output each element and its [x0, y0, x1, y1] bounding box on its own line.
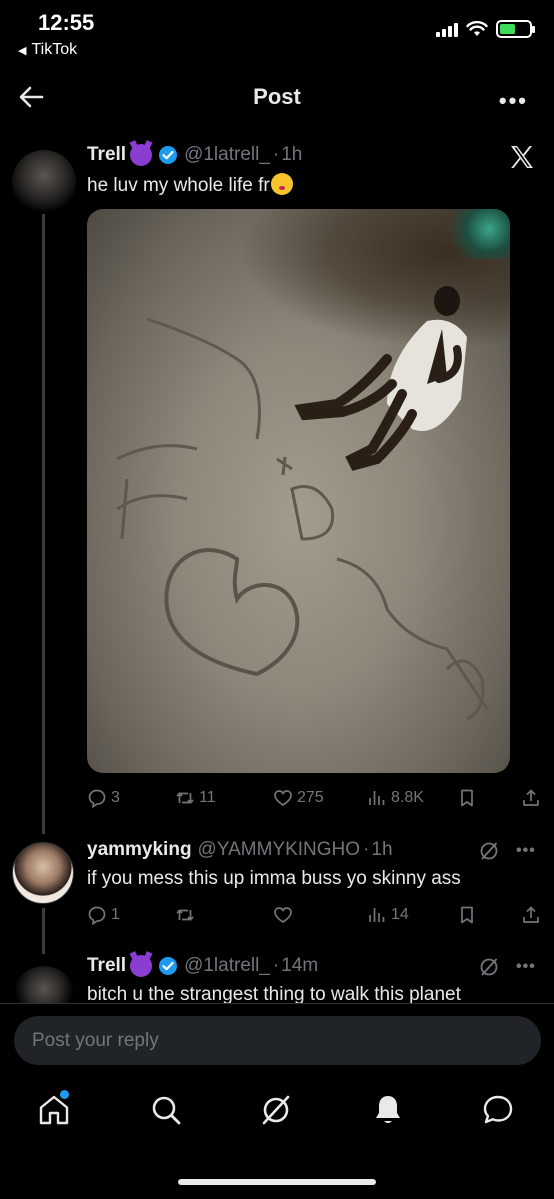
grok-icon: [262, 1095, 290, 1125]
kissing-face-emoji-icon: [270, 173, 293, 195]
post-image[interactable]: [87, 209, 510, 773]
reply-1-actions: 1 14: [87, 902, 542, 928]
reply-2-text: bitch u the strangest thing to walk this…: [87, 984, 461, 1003]
devil-emoji-icon: [130, 144, 153, 166]
author-handle[interactable]: @1latrell_: [184, 955, 270, 977]
main-tweet-actions: 3 11 275 8.8K: [87, 785, 542, 811]
reply-count: 1: [111, 906, 120, 923]
repost-button[interactable]: [175, 905, 195, 925]
reply-input[interactable]: [14, 1016, 541, 1065]
repost-count: 11: [199, 789, 216, 806]
back-app-label: TikTok: [31, 41, 78, 58]
tab-grok[interactable]: [258, 1092, 294, 1128]
reply-icon: [88, 789, 106, 808]
reply-count: 3: [111, 789, 120, 806]
tab-messages[interactable]: [480, 1092, 516, 1128]
views-icon: [369, 791, 385, 805]
page-title: Post: [253, 84, 301, 109]
view-count: 8.8K: [391, 789, 424, 806]
bookmark-icon: [461, 906, 473, 924]
wifi-icon: [466, 21, 488, 36]
tweet-time: 1h: [281, 144, 303, 165]
views-icon: [369, 908, 385, 922]
repost-icon: [176, 792, 194, 804]
bookmark-button[interactable]: [457, 905, 477, 925]
thread-line: [42, 908, 45, 954]
more-horizontal-icon[interactable]: •••: [499, 88, 528, 114]
share-button[interactable]: [521, 905, 541, 925]
x-logo-icon: [511, 146, 533, 168]
main-tweet-header: Trell @1latrell_ · 1h: [87, 144, 303, 166]
share-icon: [523, 906, 539, 923]
more-options-icon[interactable]: •••: [516, 842, 536, 860]
view-count: 14: [391, 906, 409, 923]
home-indicator[interactable]: [178, 1179, 376, 1185]
reply-1-header: yammyking @YAMMYKINGHO · 1h: [87, 839, 393, 861]
repost-icon: [176, 909, 194, 921]
reply-button[interactable]: 3: [87, 788, 120, 808]
beach-scene: [116, 286, 489, 721]
reply-2-header: Trell @1latrell_ · 14m: [87, 955, 319, 977]
author-handle[interactable]: @1latrell_: [184, 144, 270, 166]
bottom-tab-bar: [0, 1080, 554, 1150]
views-button[interactable]: 8.8K: [367, 788, 424, 808]
tweet-time: 1h: [371, 839, 393, 860]
share-button[interactable]: [521, 788, 541, 808]
back-to-app-button[interactable]: ◀ TikTok: [18, 41, 77, 59]
share-icon: [523, 789, 539, 806]
battery-icon: [496, 20, 535, 38]
reply-composer[interactable]: [14, 1016, 541, 1065]
repost-button[interactable]: 11: [175, 788, 216, 808]
heart-icon: [274, 907, 292, 924]
views-button[interactable]: 14: [367, 905, 409, 925]
bookmark-button[interactable]: [457, 788, 477, 808]
heart-icon: [274, 790, 292, 807]
status-icons: [436, 20, 535, 38]
verified-badge-icon: [159, 957, 178, 975]
main-tweet-text-row: he luv my whole life fr: [87, 173, 293, 197]
main-tweet-text: he luv my whole life fr: [87, 175, 270, 196]
tab-notifications[interactable]: [370, 1092, 406, 1128]
like-count: 275: [297, 789, 324, 806]
bookmark-icon: [461, 789, 473, 807]
tab-search[interactable]: [148, 1092, 184, 1128]
notifications-icon: [376, 1096, 400, 1123]
verified-badge-icon: [159, 146, 178, 164]
search-icon: [152, 1096, 181, 1125]
author-name[interactable]: Trell: [87, 144, 126, 166]
grok-icon[interactable]: [478, 840, 500, 862]
author-name[interactable]: yammyking: [87, 839, 192, 861]
author-name[interactable]: Trell: [87, 955, 126, 977]
status-time: 12:55: [38, 10, 95, 35]
post-header: Post •••: [0, 70, 554, 126]
tweet-time: 14m: [281, 955, 319, 976]
avatar-trell[interactable]: [12, 150, 76, 214]
reply-1-text: if you mess this up imma buss yo skinny …: [87, 868, 461, 889]
devil-emoji-icon: [130, 955, 153, 977]
thread-line: [42, 214, 45, 834]
avatar-trell[interactable]: [12, 966, 76, 1004]
cellular-signal-icon: [436, 21, 458, 37]
like-button[interactable]: [273, 905, 293, 925]
messages-icon: [483, 1095, 513, 1124]
grok-icon[interactable]: [478, 956, 500, 978]
reply-icon: [88, 906, 106, 925]
avatar-yammyking[interactable]: [12, 842, 74, 904]
status-bar: 12:55 ◀ TikTok: [0, 0, 554, 70]
reply-button[interactable]: 1: [87, 905, 120, 925]
author-handle[interactable]: @YAMMYKINGHO: [198, 839, 361, 861]
home-notification-dot: [60, 1090, 69, 1099]
more-options-icon[interactable]: •••: [516, 958, 536, 976]
like-button[interactable]: 275: [273, 788, 324, 808]
back-triangle-icon: ◀: [18, 44, 27, 57]
